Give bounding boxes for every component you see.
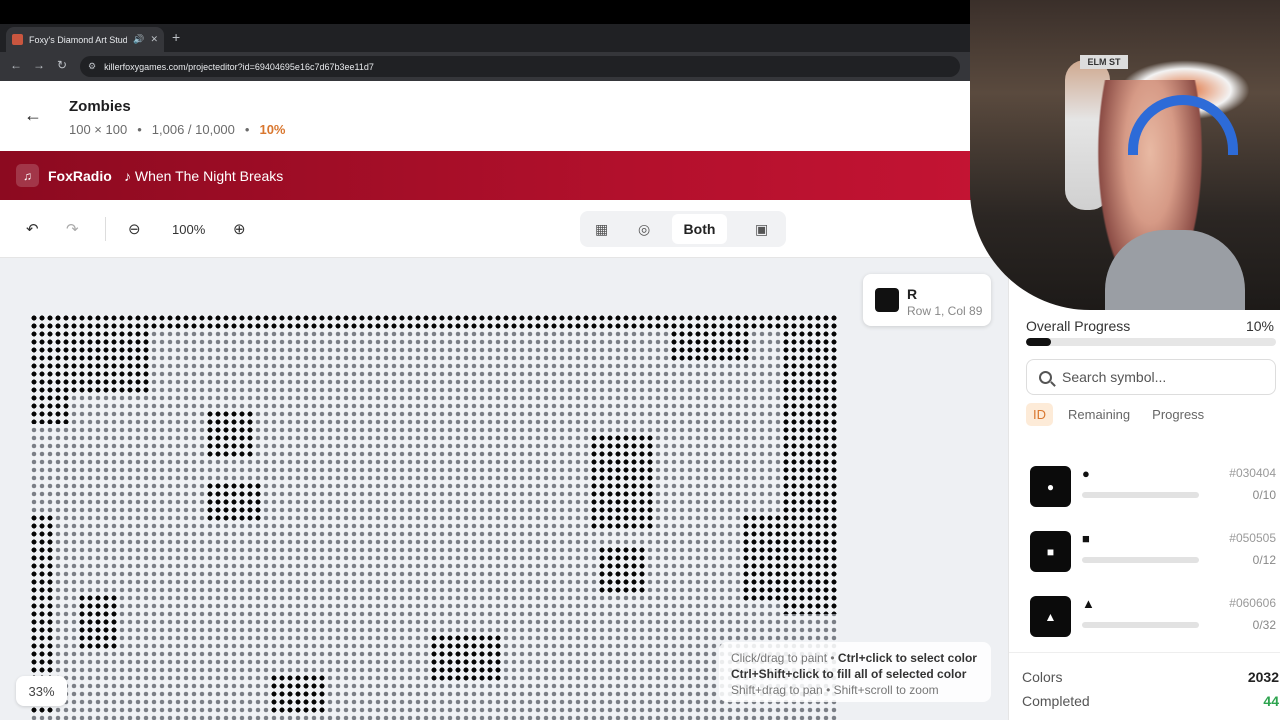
undo-icon[interactable]: ↶ <box>26 220 39 238</box>
url-field[interactable]: ⚙ killerfoxygames.com/projecteditor?id=6… <box>80 56 960 77</box>
project-meta: 100 × 100 • 1,006 / 10,000 • 10% <box>69 122 286 137</box>
symbol-search[interactable] <box>1026 359 1276 395</box>
color-swatch: ■ <box>1030 531 1071 572</box>
overall-progress-label: Overall Progress <box>1026 318 1131 334</box>
help-text: Ctrl+click to select color <box>837 651 977 665</box>
dark-region <box>782 314 838 614</box>
dark-region <box>30 314 70 424</box>
new-tab-icon[interactable]: + <box>172 29 180 45</box>
toolbar-divider <box>105 217 106 241</box>
webcam-overlay: ELM ST <box>970 0 1280 310</box>
dark-region <box>78 594 118 650</box>
color-swatch: ● <box>1030 466 1071 507</box>
tab-id[interactable]: ID <box>1026 403 1053 426</box>
zoom-level: 100% <box>172 222 206 237</box>
help-text: Click/drag to paint • <box>731 651 838 665</box>
tab-title: Foxy's Diamond Art Studio <box>29 34 128 45</box>
dark-region <box>206 410 254 458</box>
progress-percent: 10% <box>259 122 286 137</box>
color-list-item[interactable]: ▲ ▲ #060606 0/32 <box>1030 592 1276 648</box>
help-text: Ctrl+Shift+click to fill all of selected… <box>731 667 967 681</box>
music-note-icon[interactable]: ♫ <box>16 164 39 187</box>
dark-region <box>430 634 502 682</box>
zoom-in-icon[interactable]: ⊕ <box>233 220 246 238</box>
tab-progress[interactable]: Progress <box>1145 403 1211 426</box>
sort-tabs: ID Remaining Progress <box>1026 403 1211 426</box>
forward-icon[interactable]: → <box>33 58 45 72</box>
dark-region <box>590 434 654 530</box>
stat-colors: Colors 2032 <box>1022 669 1280 685</box>
stat-value: 2032 <box>1247 669 1279 685</box>
site-favicon-icon <box>12 34 23 45</box>
color-count: 0/10 <box>1252 488 1276 502</box>
color-progress-bar <box>1082 557 1199 563</box>
editor-toolbar: ↶ ↷ ⊖ 100% ⊕ ▦ ◎ Both ▣ <box>0 200 1008 258</box>
meta-separator: • <box>137 122 142 137</box>
color-progress-bar <box>1082 622 1199 628</box>
browser-tab[interactable]: Foxy's Diamond Art Studio 🔊 ✕ <box>6 27 164 52</box>
cell-color-swatch <box>875 288 899 312</box>
dark-region <box>598 546 646 594</box>
palette-view-icon[interactable]: ◎ <box>638 221 650 238</box>
dark-region <box>670 322 750 362</box>
search-input[interactable] <box>1062 369 1262 385</box>
progress-fill <box>1026 338 1051 346</box>
cell-position: Row 1, Col 89 <box>907 304 983 318</box>
color-symbol: ▲ <box>1082 596 1095 611</box>
color-symbol: ■ <box>1082 531 1090 546</box>
reload-icon[interactable]: ↻ <box>57 58 67 72</box>
stats-footer: Colors 2032 Completed 44 <box>1009 652 1280 709</box>
stat-value: 44 <box>1263 693 1279 709</box>
view-mode-group: ▦ ◎ Both ▣ <box>580 211 786 247</box>
stat-completed: Completed 44 <box>1022 693 1280 709</box>
color-progress-bar <box>1082 492 1199 498</box>
placed-count: 1,006 / 10,000 <box>151 122 235 137</box>
overall-progress-value: 10% <box>1245 318 1274 334</box>
dark-region <box>270 674 326 714</box>
meta-separator: • <box>244 122 250 137</box>
stat-label: Colors <box>1022 669 1063 685</box>
color-hex: #030404 <box>1229 466 1276 480</box>
minimap-zoom[interactable]: 33% <box>16 676 67 706</box>
color-list-item[interactable]: ■ ■ #050505 0/12 <box>1030 527 1276 583</box>
color-list-item[interactable]: ● ● #030404 0/10 <box>1030 462 1276 518</box>
both-view-button[interactable]: Both <box>672 214 727 244</box>
grid-view-icon[interactable]: ▦ <box>595 221 608 238</box>
help-text: Shift+drag to pan • Shift+scroll to zoom <box>731 683 939 697</box>
speaker-icon[interactable]: 🔊 <box>133 34 144 45</box>
back-arrow-icon[interactable]: ← <box>24 105 42 126</box>
redo-icon[interactable]: ↷ <box>66 220 79 238</box>
cell-symbol: R <box>907 286 918 302</box>
color-count: 0/32 <box>1252 618 1276 632</box>
project-dimensions: 100 × 100 <box>69 122 128 137</box>
cell-info-card: R Row 1, Col 89 <box>863 274 991 326</box>
close-tab-icon[interactable]: ✕ <box>150 34 158 45</box>
canvas-area[interactable]: R Row 1, Col 89 Click/drag to paint • Ct… <box>0 258 1008 720</box>
radio-track: ♪ When The Night Breaks <box>124 168 284 184</box>
dark-region <box>206 482 262 522</box>
dark-region <box>742 514 790 602</box>
overall-progress-bar <box>1026 338 1276 346</box>
back-icon[interactable]: ← <box>10 58 22 72</box>
zoom-out-icon[interactable]: ⊖ <box>128 220 141 238</box>
image-view-icon[interactable]: ▣ <box>755 221 768 238</box>
color-symbol: ● <box>1082 466 1090 481</box>
url-text: killerfoxygames.com/projecteditor?id=694… <box>104 61 374 72</box>
tab-remaining[interactable]: Remaining <box>1061 403 1137 426</box>
search-icon <box>1039 370 1052 384</box>
stat-label: Completed <box>1022 693 1090 709</box>
project-title: Zombies <box>69 98 131 115</box>
help-tooltip: Click/drag to paint • Ctrl+click to sele… <box>719 642 991 702</box>
color-hex: #060606 <box>1229 596 1276 610</box>
color-hex: #050505 <box>1229 531 1276 545</box>
diamond-grid[interactable] <box>30 314 838 720</box>
dark-region <box>70 330 150 394</box>
color-count: 0/12 <box>1252 553 1276 567</box>
color-swatch: ▲ <box>1030 596 1071 637</box>
radio-brand: FoxRadio <box>48 168 112 184</box>
site-info-icon[interactable]: ⚙ <box>88 61 96 72</box>
